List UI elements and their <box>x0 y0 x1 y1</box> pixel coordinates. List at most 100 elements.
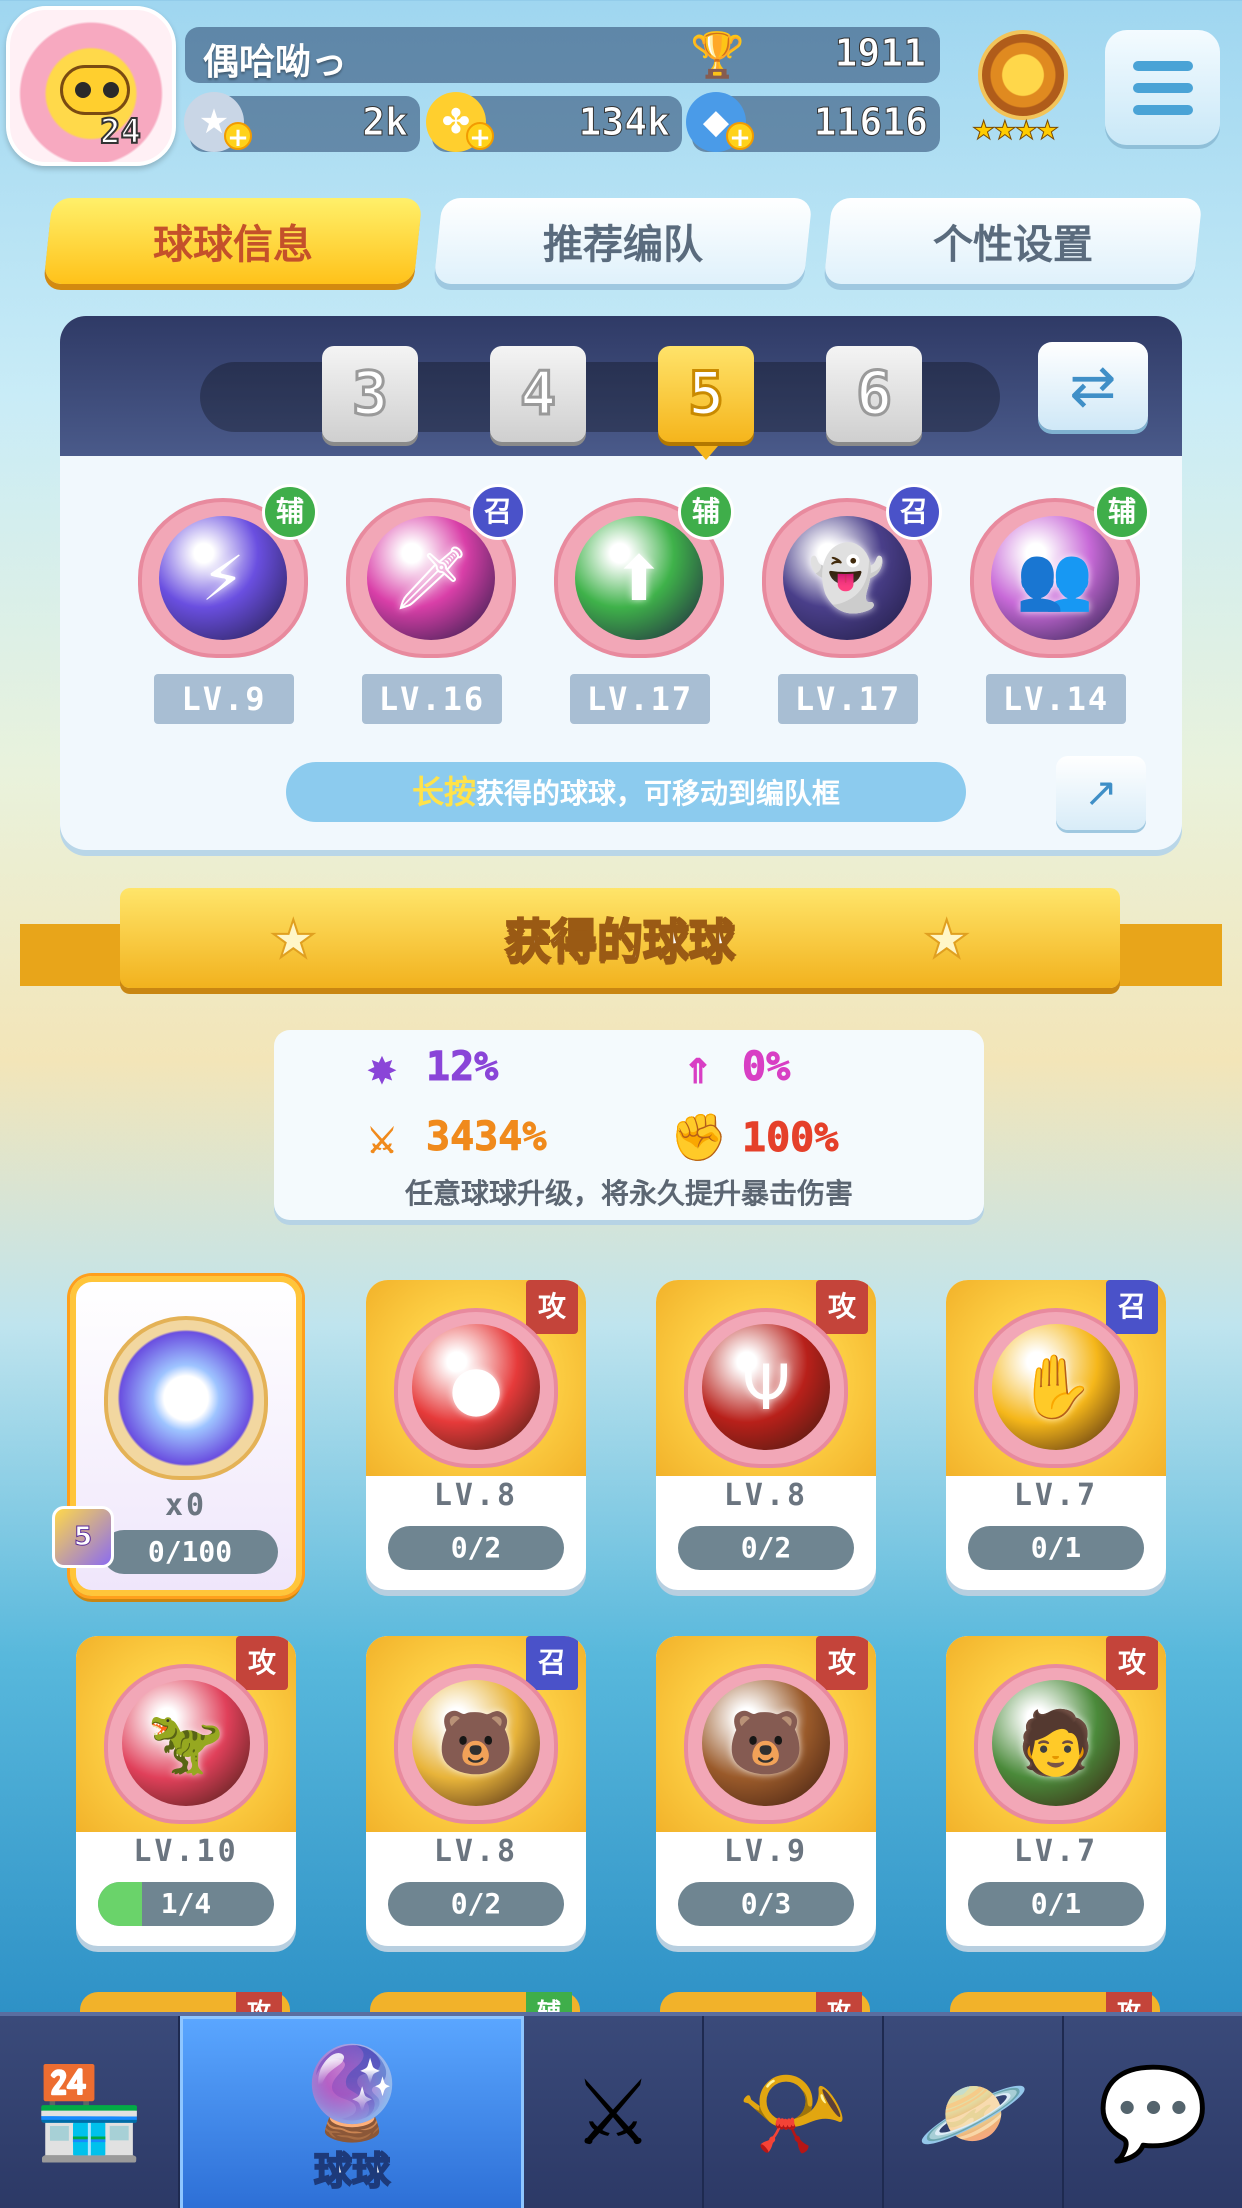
stat-power: ✊ 100% <box>670 1110 839 1165</box>
player-avatar[interactable] <box>6 6 176 166</box>
stat-boost: ⇑ 0% <box>670 1040 791 1095</box>
team-panel: 3 4 5 6 ⇄ ⚡ 辅 LV.9 🗡 召 LV.16 ⬆ 辅 LV.17 👻… <box>60 316 1182 850</box>
chat-icon: 💬 <box>1096 2061 1210 2166</box>
tab-label: 个性设置 <box>933 222 1093 268</box>
bear-brown-ball-icon: 🐻 <box>684 1664 848 1824</box>
player-level: 24 <box>99 111 142 153</box>
hint-text: 获得的球球，可移动到编队框 <box>476 777 841 810</box>
rank-medal[interactable]: ★★★★ <box>968 30 1078 150</box>
ball-icon: 🔮 <box>295 2041 409 2146</box>
whistle-icon: 📯 <box>736 2061 850 2166</box>
trophy-icon: 🏆 <box>690 30 745 81</box>
diamond-value: 11616 <box>813 100 928 145</box>
bear-yellow-ball-icon: 🐻 <box>394 1664 558 1824</box>
summon-tag: 召 <box>886 484 942 540</box>
player-info-bar[interactable]: 偶哈呦っ 🏆 1911 <box>185 27 940 83</box>
team-slot-3[interactable]: 3 <box>322 346 418 442</box>
menu-icon <box>1132 60 1193 71</box>
ball-card-logger[interactable]: 攻 🧑 LV.7 0/1 <box>946 1636 1166 1946</box>
ball-card-red[interactable]: 攻 ● LV.8 0/2 <box>366 1280 586 1590</box>
ball-card-trident[interactable]: 攻 Ψ LV.8 0/2 <box>656 1280 876 1590</box>
add-gold-button[interactable]: + <box>466 122 494 152</box>
team-member-1[interactable]: ⚡ 辅 LV.9 <box>128 484 318 724</box>
shop-icon: 🏪 <box>32 2061 146 2166</box>
nav-planet[interactable]: 🪐 <box>884 2016 1064 2208</box>
summon-tag: 召 <box>470 484 526 540</box>
nav-label: 球球 <box>313 2148 391 2194</box>
stats-note: 任意球球升级，将永久提升暴击伤害 <box>404 1177 853 1210</box>
share-icon: ↗ <box>1084 770 1118 816</box>
nav-battle[interactable]: ⚔ <box>524 2016 704 2208</box>
star-icon: ★ <box>269 909 318 971</box>
ball-progress: 0/2 <box>388 1526 564 1570</box>
member-level: LV.14 <box>986 674 1126 724</box>
ball-card-bear-brown[interactable]: 攻 🐻 LV.9 0/3 <box>656 1636 876 1946</box>
star-coin-counter[interactable]: ★ + 2k <box>184 92 420 152</box>
team-member-2[interactable]: 🗡 召 LV.16 <box>336 484 526 724</box>
star-icon: ★ <box>922 909 971 971</box>
team-selector-header: 3 4 5 6 ⇄ <box>60 316 1182 460</box>
tab-recommended-team[interactable]: 推荐编队 <box>433 198 813 284</box>
gold-value: 134k <box>578 100 671 145</box>
nav-chat[interactable]: 💬 <box>1064 2016 1242 2208</box>
nav-balls[interactable]: 🔮 球球 <box>180 2016 524 2208</box>
swap-team-button[interactable]: ⇄ <box>1038 342 1148 430</box>
puzzle-piece-icon: 5 <box>52 1506 114 1568</box>
crit-rate-icon: ✸ <box>368 1040 397 1095</box>
ball-card-dinosaur[interactable]: 攻 🦖 LV.10 1/4 <box>76 1636 296 1946</box>
menu-button[interactable] <box>1105 30 1220 145</box>
nav-shop[interactable]: 🏪 <box>0 2016 180 2208</box>
support-tag: 辅 <box>678 484 734 540</box>
stat-crit-damage: ⚔ 3434% <box>354 1110 547 1165</box>
ball-card-bear-yellow[interactable]: 召 🐻 LV.8 0/2 <box>366 1636 586 1946</box>
tab-ball-info[interactable]: 球球信息 <box>43 198 423 284</box>
drag-hint: 长按获得的球球，可移动到编队框 <box>286 762 966 822</box>
team-slot-5[interactable]: 5 <box>658 346 754 460</box>
palm-ball-icon: ✋ <box>974 1308 1138 1468</box>
add-diamond-button[interactable]: + <box>726 122 754 152</box>
crit-damage-icon: ⚔ <box>368 1110 397 1165</box>
ball-level: LV.7 <box>1013 1834 1099 1869</box>
add-star-coin-button[interactable]: + <box>224 122 252 152</box>
team-member-5[interactable]: 👥 辅 LV.14 <box>960 484 1150 724</box>
member-level: LV.9 <box>154 674 294 724</box>
ball-progress: 0/2 <box>678 1526 854 1570</box>
ball-progress: 0/1 <box>968 1882 1144 1926</box>
ball-progress: 0/2 <box>388 1882 564 1926</box>
member-level: LV.17 <box>570 674 710 724</box>
gold-counter[interactable]: ✤ + 134k <box>426 92 682 152</box>
diamond-counter[interactable]: ◆ + 11616 <box>686 92 940 152</box>
crit-stats-panel: ✸ 12% ⇑ 0% ⚔ 3434% ✊ 100% 任意球球升级，将永久提升暴击伤害 <box>274 1030 984 1220</box>
tiger-face-icon <box>60 65 130 115</box>
section-banner: ★ 获得的球球 ★ <box>20 888 1222 1006</box>
ball-progress: 1/4 <box>98 1882 274 1926</box>
tab-label: 球球信息 <box>153 222 313 268</box>
bottom-nav: 🏪 🔮 球球 ⚔ 📯 🪐 💬 <box>0 2012 1242 2208</box>
logger-ball-icon: 🧑 <box>974 1664 1138 1824</box>
team-slot-6[interactable]: 6 <box>826 346 922 442</box>
team-slot-4[interactable]: 4 <box>490 346 586 442</box>
boost-icon: ⇑ <box>684 1040 713 1095</box>
ball-progress: 0/1 <box>968 1526 1144 1570</box>
universal-ball-icon <box>104 1316 268 1480</box>
tab-label: 推荐编队 <box>543 222 703 268</box>
trophy-count: 1911 <box>834 31 927 76</box>
share-button[interactable]: ↗ <box>1056 756 1146 830</box>
trident-ball-icon: Ψ <box>684 1308 848 1468</box>
team-member-3[interactable]: ⬆ 辅 LV.17 <box>544 484 734 724</box>
ball-level: LV.8 <box>433 1834 519 1869</box>
player-name: 偶哈呦っ <box>203 42 348 83</box>
nav-whistle[interactable]: 📯 <box>704 2016 884 2208</box>
power-icon: ✊ <box>670 1110 728 1165</box>
team-member-4[interactable]: 👻 召 LV.17 <box>752 484 942 724</box>
ball-card-palm[interactable]: 召 ✋ LV.7 0/1 <box>946 1280 1166 1590</box>
tab-personal-settings[interactable]: 个性设置 <box>823 198 1203 284</box>
crossed-swords-icon: ⚔ <box>572 2061 654 2166</box>
planet-icon: 🪐 <box>916 2061 1030 2166</box>
member-level: LV.16 <box>362 674 502 724</box>
ball-level: LV.10 <box>133 1834 239 1869</box>
hint-highlight: 长按 <box>411 773 476 811</box>
ball-level: LV.8 <box>723 1478 809 1513</box>
ball-progress: 0/3 <box>678 1882 854 1926</box>
medal-icon <box>978 30 1068 120</box>
